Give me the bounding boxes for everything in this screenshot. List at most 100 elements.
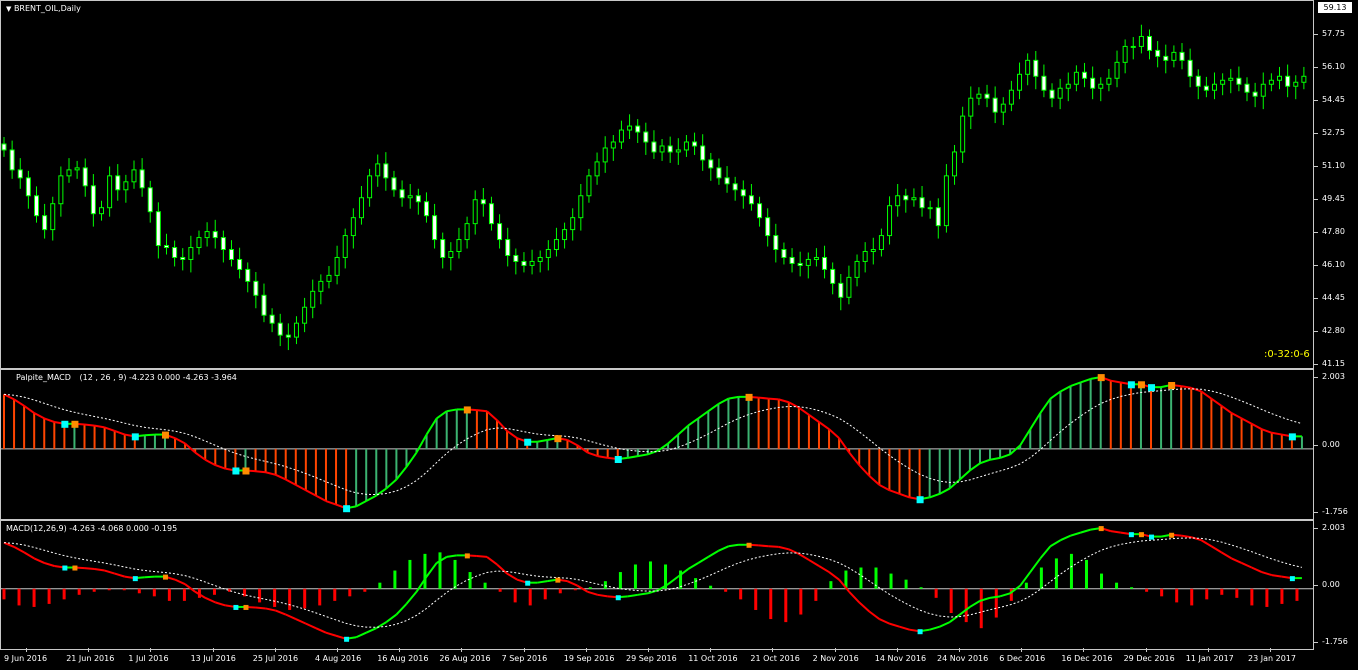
macd-histogram-bar [799,588,803,615]
macd-line-segment [1200,539,1212,548]
palpite-line-segment [697,410,709,420]
palpite-line-segment [1059,385,1071,393]
candle-body-bear [724,177,730,185]
palpite-axis-tick [1314,377,1318,378]
palpite-line-segment [1019,428,1032,446]
palpite-turn-marker [61,420,69,428]
palpite-line-segment [1049,390,1062,400]
candle-body-bear [82,167,88,187]
time-axis-label: 16 Aug 2016 [377,654,429,663]
palpite-line-segment [184,442,196,454]
macd-line-segment [174,578,186,586]
candle-body-bull [895,195,901,207]
palpite-turn-marker [554,435,562,443]
palpite-turn-marker [131,433,139,441]
palpite-histogram-bar [355,448,358,507]
candle-body-bear [1285,75,1291,87]
palpite-turn-marker [524,438,532,446]
macd-histogram-bar [1235,588,1239,598]
macd-histogram-bar [423,553,427,589]
macd-line-segment [999,592,1011,598]
candle-body-bull [813,256,819,260]
palpite-histogram-bar [23,405,26,449]
chart-canvas [1,24,1313,642]
macd-line-segment [989,595,1001,599]
macd-histogram-bar [859,567,863,589]
candle-body-bull [58,175,64,205]
macd-histogram-bar [979,588,983,629]
macd-line-segment [637,592,649,596]
time-axis-tick [1145,648,1147,652]
macd-line-segment [144,575,155,579]
palpite-line-segment [597,455,608,459]
macd-histogram-bar [769,588,773,620]
palpite-signal-line [3,388,1303,496]
palpite-histogram-bar [244,448,247,471]
macd-line-segment [506,572,518,581]
candle-body-bear [497,223,503,241]
palpite-line-segment [848,451,861,466]
macd-histogram-bar [318,588,322,606]
palpite-histogram-bar [274,448,277,475]
palpite-histogram-bar [1270,432,1273,449]
palpite-histogram-bar [254,448,257,472]
palpite-line-segment [365,494,377,502]
palpite-histogram-bar [113,430,116,449]
palpite-histogram-bar [606,448,609,458]
macd-line-segment [707,549,719,558]
candle-body-bear [1195,75,1201,87]
macd-histogram-bar [1039,567,1043,589]
candle-body-bear [732,183,738,191]
macd-histogram-bar [633,564,637,589]
candle-body-bull [943,175,949,227]
palpite-histogram-bar [314,448,317,496]
macd-histogram-bar [588,587,592,589]
macd-histogram-bar [212,588,216,595]
candle-body-bear [903,195,909,201]
candle-body-bull [545,249,551,258]
macd-line-segment [476,554,488,558]
macd-line-segment [868,610,880,620]
candle-body-bear [180,256,186,260]
candle-body-bull [107,175,113,209]
palpite-line-segment [878,483,890,492]
palpite-line-segment [13,398,25,407]
palpite-turn-marker [463,406,471,414]
candle-body-bull [472,199,478,225]
palpite-histogram-bar [777,399,780,449]
candle-body-bear [700,145,706,161]
macd-turn-marker [132,576,138,582]
palpite-line-segment [687,417,699,427]
macd-line-segment [848,591,860,604]
macd-histogram-bar [453,559,457,589]
candle-body-bear [415,195,421,203]
macd-line-segment [939,621,951,628]
palpite-histogram-bar [1300,436,1303,449]
time-axis-tick [274,648,276,652]
macd-histogram-bar [784,588,788,623]
candle-body-bear [773,235,779,251]
palpite-histogram-bar [1250,423,1253,449]
time-axis-label: 6 Dec 2016 [999,654,1046,663]
palpite-line-segment [23,405,35,414]
macd-line-segment [537,580,548,584]
candle-body-bull [878,235,884,251]
macd-turn-marker [1098,526,1104,532]
palpite-line-segment [114,430,126,436]
macd-histogram-bar [17,588,21,606]
palpite-line-segment [929,492,941,499]
palpite-histogram-bar [1180,386,1183,449]
macd-histogram-bar [814,588,818,601]
palpite-turn-marker [614,455,622,463]
candle-body-bear [667,145,673,153]
macd-histogram-bar [273,588,277,607]
palpite-histogram-bar [978,448,981,464]
time-axis-tick [834,648,836,652]
palpite-histogram-bar [93,425,96,449]
macd-line-segment [13,546,25,554]
palpite-histogram-bar [224,448,227,469]
macd-line-segment [1049,539,1061,548]
candle-body-bull [537,256,543,262]
macd-histogram-bar [1024,582,1028,589]
macd-histogram-bar [393,570,397,589]
